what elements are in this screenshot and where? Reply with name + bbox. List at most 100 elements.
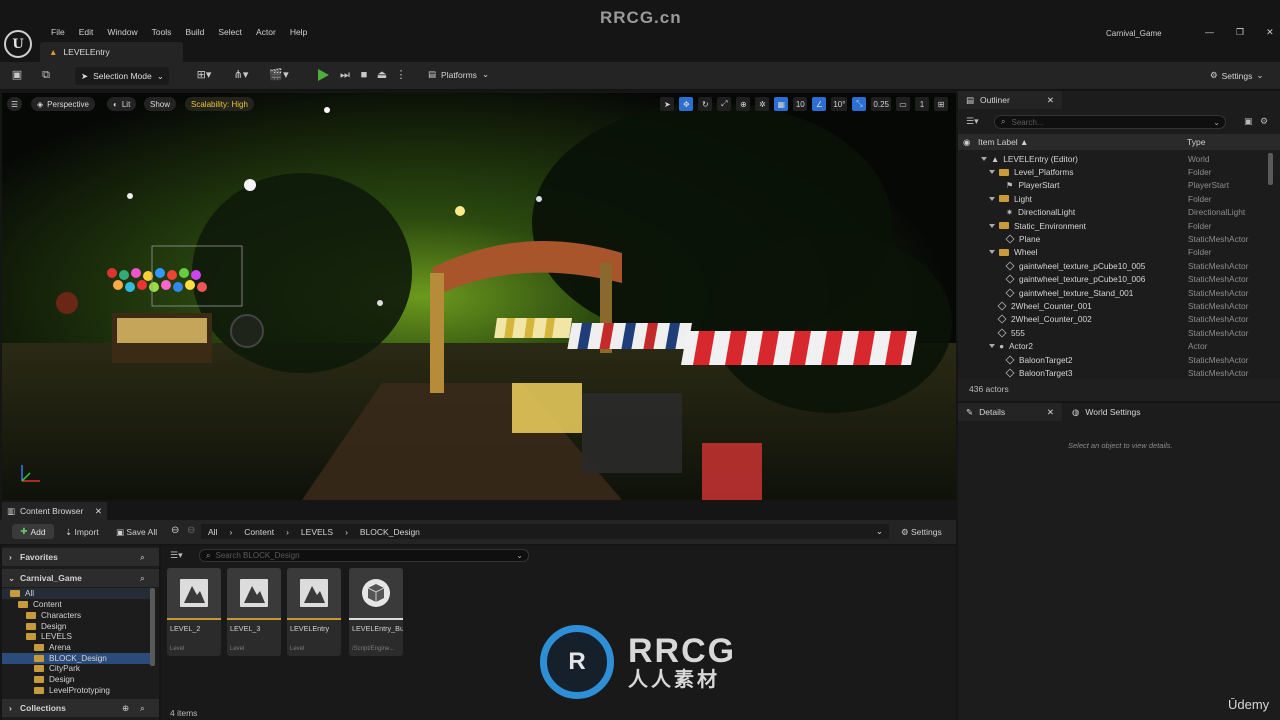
item-label-column[interactable]: Item Label ▲ bbox=[978, 137, 1028, 147]
asset-tile[interactable]: LEVELEntry_BuiltData /Script/Engine... bbox=[349, 568, 403, 656]
project-header[interactable]: ⌄ Carnival_Game ⌕ bbox=[2, 569, 159, 587]
tree-row[interactable]: Static_Environment Folder bbox=[958, 219, 1268, 232]
back-icon[interactable]: ⊖ bbox=[171, 525, 179, 536]
camera-speed-value[interactable]: 1 bbox=[915, 97, 929, 111]
tree-row[interactable]: gaintwheel_texture_Stand_001 StaticMeshAc… bbox=[958, 286, 1268, 299]
close-tab-icon[interactable]: ✕ bbox=[95, 506, 102, 517]
menu-help[interactable]: Help bbox=[283, 27, 314, 37]
grid-snap-icon[interactable]: ▦ bbox=[774, 97, 789, 111]
asset-tile[interactable]: LEVEL_2 Level bbox=[167, 568, 221, 656]
outliner-scrollbar[interactable] bbox=[1268, 153, 1273, 185]
menu-edit[interactable]: Edit bbox=[72, 27, 101, 37]
blueprint-icon[interactable]: ⋔▾ bbox=[230, 68, 252, 83]
more-options-icon[interactable]: ⋮ bbox=[393, 68, 409, 83]
chevron-down-icon[interactable]: ⌄ bbox=[876, 526, 883, 537]
expand-arrow-icon[interactable] bbox=[989, 344, 995, 349]
sources-scrollbar[interactable] bbox=[150, 588, 155, 666]
skip-icon[interactable]: ⏭ bbox=[337, 68, 353, 83]
rotation-snap-value[interactable]: 10° bbox=[831, 97, 848, 111]
tree-row[interactable]: gaintwheel_texture_pCube10_005 StaticMesh… bbox=[958, 259, 1268, 272]
expand-arrow-icon[interactable] bbox=[981, 156, 987, 161]
tree-item-content[interactable]: Content bbox=[2, 599, 152, 610]
asset-tile[interactable]: LEVEL_3 Level bbox=[227, 568, 281, 656]
tree-row[interactable]: ● Actor2 Actor bbox=[958, 339, 1268, 352]
cb-settings-button[interactable]: ⚙ Settings bbox=[901, 527, 942, 538]
show-button[interactable]: Show bbox=[144, 97, 177, 111]
asset-tile[interactable]: LEVELEntry Level bbox=[287, 568, 341, 656]
close-tab-icon[interactable]: ✕ bbox=[1047, 407, 1054, 418]
add-folder-icon[interactable]: ▣ bbox=[1244, 116, 1253, 127]
unreal-logo-icon[interactable]: U bbox=[4, 30, 32, 58]
cinematics-icon[interactable]: 🎬▾ bbox=[268, 68, 290, 83]
rotate-icon[interactable]: ↻ bbox=[698, 97, 713, 111]
level-viewport[interactable]: ☰ ◈ Perspective ◐ Lit Show Scalability: … bbox=[2, 93, 956, 500]
rotation-snap-icon[interactable]: ∠ bbox=[812, 97, 827, 111]
add-button[interactable]: ✚ Add bbox=[12, 524, 54, 539]
menu-tools[interactable]: Tools bbox=[145, 27, 179, 37]
restore-icon[interactable]: ❐ bbox=[1236, 27, 1244, 38]
tree-row[interactable]: ⚑ PlayerStart PlayerStart bbox=[958, 179, 1268, 192]
outliner-tab[interactable]: ▤ Outliner ✕ bbox=[958, 91, 1062, 109]
breadcrumb-content[interactable]: Content bbox=[244, 527, 274, 537]
close-window-icon[interactable]: ✕ bbox=[1266, 27, 1274, 38]
play-button[interactable] bbox=[318, 69, 329, 81]
grid-snap-value[interactable]: 10 bbox=[793, 97, 808, 111]
stop-icon[interactable]: ■ bbox=[356, 68, 372, 83]
perspective-button[interactable]: ◈ Perspective bbox=[31, 97, 95, 111]
tree-item-design-2[interactable]: Design bbox=[2, 674, 152, 685]
breadcrumb-levels[interactable]: LEVELS bbox=[301, 527, 333, 537]
breadcrumb-block-design[interactable]: BLOCK_Design bbox=[360, 527, 420, 537]
tree-row[interactable]: Plane StaticMeshActor bbox=[958, 232, 1268, 245]
outliner-settings-icon[interactable]: ⚙ bbox=[1260, 116, 1268, 127]
settings-button[interactable]: ⚙ Settings ⌄ bbox=[1210, 70, 1263, 81]
visibility-eye-icon[interactable]: ◉ bbox=[963, 137, 970, 148]
menu-build[interactable]: Build bbox=[178, 27, 211, 37]
scale-snap-icon[interactable]: ⤡ bbox=[852, 97, 867, 111]
tree-row[interactable]: ▲ LEVELEntry (Editor) World bbox=[958, 152, 1268, 165]
import-button[interactable]: ⇣ Import bbox=[65, 527, 99, 538]
menu-file[interactable]: File bbox=[44, 27, 72, 37]
tree-row[interactable]: BaloonTarget2 StaticMeshActor bbox=[958, 353, 1268, 366]
save-icon[interactable]: ▣ bbox=[9, 68, 25, 83]
surface-snap-icon[interactable]: ✲ bbox=[755, 97, 770, 111]
browse-icon[interactable]: ⧉ bbox=[38, 68, 54, 83]
close-tab-icon[interactable]: ✕ bbox=[1047, 95, 1054, 106]
details-tab[interactable]: ✎ Details ✕ bbox=[958, 403, 1062, 421]
expand-arrow-icon[interactable] bbox=[989, 196, 995, 201]
tree-item-arena[interactable]: Arena bbox=[2, 642, 152, 653]
lit-button[interactable]: ◐ Lit bbox=[107, 97, 137, 111]
scale-snap-value[interactable]: 0.25 bbox=[871, 97, 891, 111]
tree-row[interactable]: Wheel Folder bbox=[958, 246, 1268, 259]
search-icon[interactable]: ⌕ bbox=[140, 573, 145, 584]
save-all-button[interactable]: ▣ Save All bbox=[116, 527, 157, 538]
tree-item-levelprototyping[interactable]: LevelPrototyping bbox=[2, 685, 152, 696]
tree-row[interactable]: ✷ DirectionalLight DirectionalLight bbox=[958, 206, 1268, 219]
tree-row[interactable]: 555 StaticMeshActor bbox=[958, 326, 1268, 339]
search-icon[interactable]: ⌕ bbox=[140, 703, 145, 714]
menu-select[interactable]: Select bbox=[211, 27, 249, 37]
tree-item-characters[interactable]: Characters bbox=[2, 610, 152, 621]
viewport-menu-icon[interactable]: ☰ bbox=[7, 97, 23, 111]
add-collection-icon[interactable]: ⊕ bbox=[122, 703, 129, 714]
collections-header[interactable]: › Collections ⊕ ⌕ bbox=[2, 699, 159, 717]
select-mode-icon[interactable]: ➤ bbox=[660, 97, 675, 111]
tree-row[interactable]: gaintwheel_texture_pCube10_006 StaticMesh… bbox=[958, 273, 1268, 286]
breadcrumb-all[interactable]: All bbox=[208, 527, 217, 537]
outliner-search-input[interactable]: ⌕ Search... ⌄ bbox=[994, 115, 1226, 129]
filter-icon[interactable]: ☰▾ bbox=[170, 550, 183, 561]
eject-icon[interactable]: ⏏ bbox=[374, 68, 390, 83]
expand-arrow-icon[interactable] bbox=[989, 250, 995, 255]
world-settings-tab[interactable]: ◍ World Settings bbox=[1064, 403, 1164, 421]
favorites-header[interactable]: › Favorites ⌕ bbox=[2, 548, 159, 566]
selection-mode-dropdown[interactable]: ➤ Selection Mode ⌄ bbox=[75, 67, 169, 85]
viewport-layout-icon[interactable]: ⊞ bbox=[934, 97, 948, 111]
type-column[interactable]: Type bbox=[1187, 137, 1205, 147]
expand-arrow-icon[interactable] bbox=[989, 223, 995, 228]
translate-icon[interactable]: ✥ bbox=[679, 97, 694, 111]
minimize-icon[interactable]: — bbox=[1205, 27, 1214, 38]
menu-actor[interactable]: Actor bbox=[249, 27, 283, 37]
menu-window[interactable]: Window bbox=[100, 27, 144, 37]
expand-arrow-icon[interactable] bbox=[989, 170, 995, 175]
asset-search-input[interactable]: ⌕ Search BLOCK_Design ⌄ bbox=[199, 549, 529, 562]
tree-item-citypark[interactable]: CityPark bbox=[2, 663, 152, 674]
